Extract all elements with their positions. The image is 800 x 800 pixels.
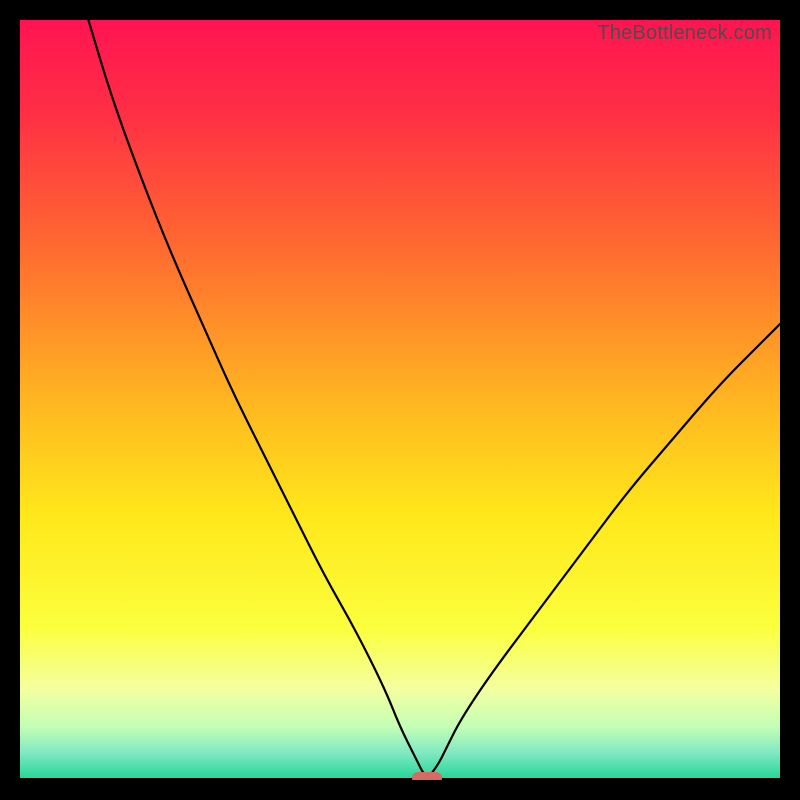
chart-frame: TheBottleneck.com bbox=[0, 0, 800, 800]
bottleneck-curve bbox=[20, 20, 780, 780]
watermark-label: TheBottleneck.com bbox=[597, 22, 772, 45]
vertex-marker bbox=[412, 772, 442, 780]
plot-area: TheBottleneck.com bbox=[20, 20, 780, 780]
x-axis bbox=[20, 778, 780, 780]
